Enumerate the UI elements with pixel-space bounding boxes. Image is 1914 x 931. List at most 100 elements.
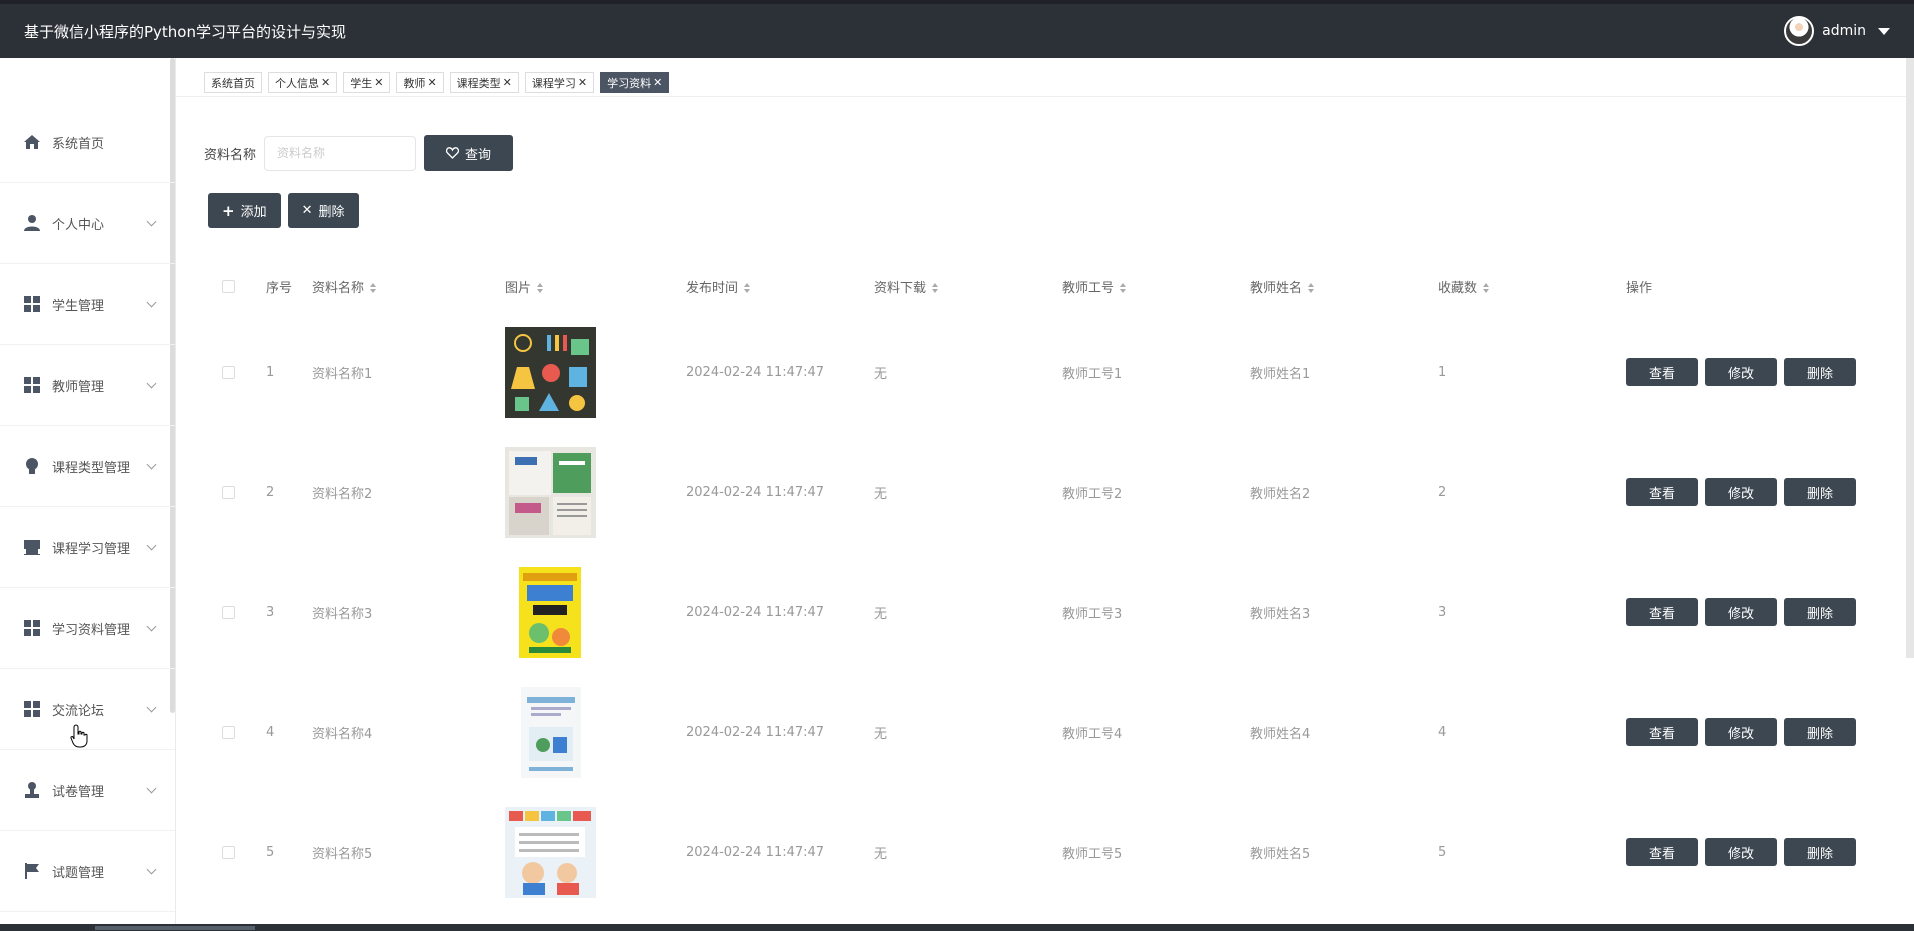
tab-teachers[interactable]: 教师 ✕ (396, 72, 444, 93)
grid-icon (22, 294, 42, 314)
tab-home[interactable]: 系统首页 (204, 72, 262, 93)
sidebar-item-label: 个人中心 (52, 217, 105, 233)
tab-personal-info[interactable]: 个人信息 ✕ (268, 72, 338, 93)
chevron-down-icon (146, 621, 157, 632)
chevron-down-icon (146, 864, 157, 875)
close-icon[interactable]: ✕ (578, 76, 587, 89)
row-checkbox[interactable] (222, 365, 235, 379)
material-thumbnail[interactable] (505, 806, 596, 898)
header-label: 教师工号 (1062, 280, 1115, 296)
header-teacher-name[interactable]: 教师姓名 (1250, 277, 1438, 296)
tab-label: 课程学习 (531, 76, 576, 90)
sidebar-item-papers[interactable]: 试卷管理 (0, 750, 175, 831)
tab-label: 个人信息 (275, 76, 319, 90)
search-bar: 资料名称 查询 (204, 135, 514, 171)
sort-icon[interactable] (370, 283, 377, 293)
sidebar-item-teachers[interactable]: 教师管理 (0, 345, 175, 426)
view-button[interactable]: 查看 (1626, 718, 1698, 746)
row-checkbox[interactable] (222, 725, 235, 739)
sort-icon[interactable] (744, 283, 751, 293)
table-row: 4 资料名称4 2024-02-24 11:47:47 无 教师工号4 教师姓名… (210, 672, 1900, 792)
header-label: 资料下载 (874, 280, 927, 296)
sort-icon[interactable] (932, 283, 939, 293)
toolbar: + 添加 ✕ 删除 (208, 193, 359, 228)
sidebar-item-questions[interactable]: 试题管理 (0, 831, 175, 912)
close-icon[interactable]: ✕ (427, 76, 436, 89)
taskbar-strip (0, 924, 1914, 931)
caret-down-icon[interactable] (1878, 27, 1890, 35)
chevron-down-icon (146, 702, 157, 713)
view-button[interactable]: 查看 (1626, 838, 1698, 866)
select-all-checkbox[interactable] (222, 279, 235, 293)
sidebar-item-students[interactable]: 学生管理 (0, 264, 175, 345)
chevron-down-icon (146, 216, 157, 227)
delete-row-button[interactable]: 删除 (1784, 838, 1856, 866)
edit-button[interactable]: 修改 (1705, 598, 1777, 626)
row-select-cell (210, 845, 266, 859)
search-button[interactable]: 查询 (424, 135, 514, 171)
header-image[interactable]: 图片 (505, 277, 686, 296)
edit-button[interactable]: 修改 (1705, 838, 1777, 866)
material-thumbnail[interactable] (505, 326, 596, 418)
materials-table: 序号 资料名称 图片 发布时间 资料下载 教师工号 教师姓名 收藏数 操作 1 … (210, 260, 1900, 912)
tab-label: 课程类型 (456, 76, 501, 90)
header-time[interactable]: 发布时间 (686, 277, 874, 296)
delete-button[interactable]: ✕ 删除 (287, 193, 359, 228)
header-download[interactable]: 资料下载 (874, 277, 1062, 296)
add-button[interactable]: + 添加 (208, 193, 281, 228)
row-checkbox[interactable] (222, 485, 235, 499)
cell-download: 无 (874, 606, 888, 622)
sidebar-item-course-types[interactable]: 课程类型管理 (0, 426, 175, 507)
header-favorites[interactable]: 收藏数 (1438, 277, 1626, 296)
sort-icon[interactable] (1120, 283, 1127, 293)
row-checkbox[interactable] (222, 845, 235, 859)
edit-button[interactable]: 修改 (1705, 358, 1777, 386)
delete-row-button[interactable]: 删除 (1784, 598, 1856, 626)
sidebar-item-home[interactable]: 系统首页 (0, 102, 175, 183)
material-thumbnail[interactable] (521, 686, 581, 778)
view-button[interactable]: 查看 (1626, 598, 1698, 626)
header-name[interactable]: 资料名称 (312, 277, 505, 296)
main-scrollbar[interactable] (1906, 58, 1914, 658)
sidebar-item-course-study[interactable]: 课程学习管理 (0, 507, 175, 588)
avatar[interactable] (1784, 16, 1815, 46)
close-icon[interactable]: ✕ (321, 76, 330, 89)
view-button[interactable]: 查看 (1626, 358, 1698, 386)
close-icon[interactable]: ✕ (374, 76, 383, 89)
header-label: 收藏数 (1438, 280, 1478, 296)
user-menu[interactable]: admin (1784, 16, 1890, 46)
username[interactable]: admin (1822, 23, 1866, 39)
search-input[interactable] (264, 135, 417, 171)
delete-row-button[interactable]: 删除 (1784, 358, 1856, 386)
close-icon[interactable]: ✕ (653, 76, 662, 89)
tab-course-study[interactable]: 课程学习 ✕ (524, 72, 595, 93)
material-thumbnail[interactable] (519, 566, 581, 658)
sort-icon[interactable] (1483, 283, 1490, 293)
sidebar-item-materials[interactable]: 学习资料管理 (0, 588, 175, 669)
row-checkbox[interactable] (222, 605, 235, 619)
tab-materials[interactable]: 学习资料 ✕ (600, 72, 670, 93)
tab-course-types[interactable]: 课程类型 ✕ (449, 72, 519, 93)
delete-row-button[interactable]: 删除 (1784, 718, 1856, 746)
hand-cursor-icon (70, 724, 88, 752)
sort-icon[interactable] (1308, 283, 1315, 293)
delete-row-button[interactable]: 删除 (1784, 478, 1856, 506)
sidebar-item-personal[interactable]: 个人中心 (0, 183, 175, 264)
material-thumbnail[interactable] (505, 446, 596, 538)
edit-button[interactable]: 修改 (1705, 718, 1777, 746)
chevron-down-icon (146, 540, 157, 551)
cell-operations: 查看 修改 删除 (1626, 478, 1876, 506)
header-teacher-id[interactable]: 教师工号 (1062, 277, 1250, 296)
tab-students[interactable]: 学生 ✕ (343, 72, 391, 93)
search-button-label: 查询 (465, 147, 492, 163)
edit-button[interactable]: 修改 (1705, 478, 1777, 506)
cell-no: 4 (266, 724, 275, 740)
close-icon[interactable]: ✕ (503, 76, 512, 89)
sidebar-item-label: 系统首页 (52, 136, 105, 152)
sort-icon[interactable] (537, 283, 544, 293)
cell-favorites: 2 (1438, 484, 1447, 500)
sidebar-item-label: 教师管理 (52, 379, 105, 395)
stamp-icon (22, 780, 42, 800)
view-button[interactable]: 查看 (1626, 478, 1698, 506)
cell-favorites: 3 (1438, 604, 1447, 620)
